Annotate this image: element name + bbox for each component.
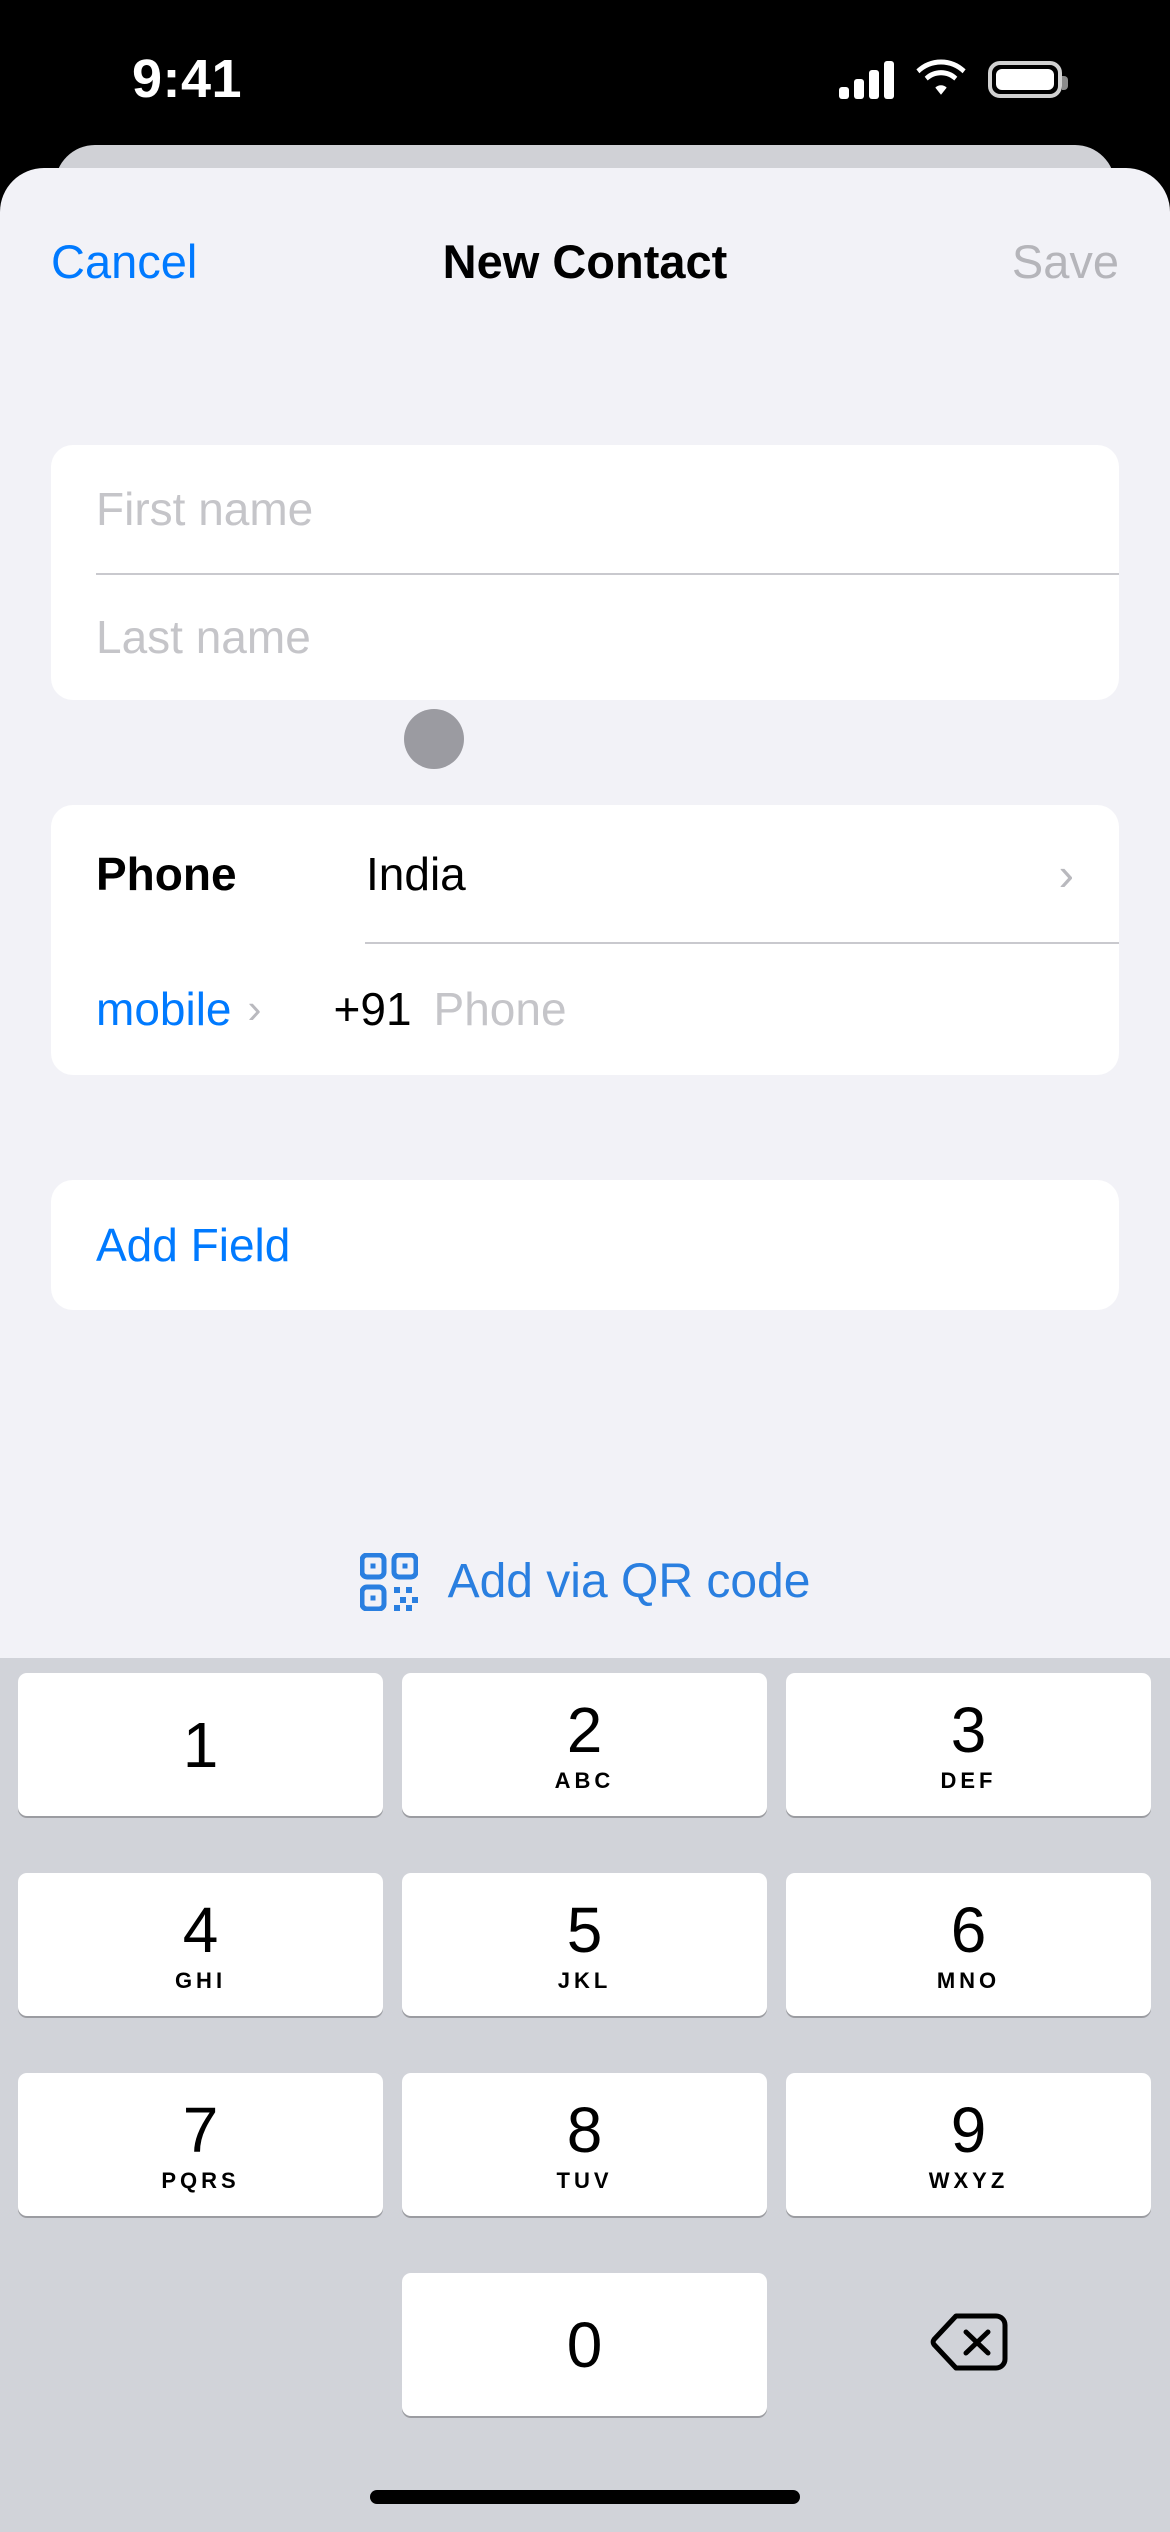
numeric-keypad: 1 2 ABC 3 DEF 4 GHI 5 JKL 6 MNO 7 PQRS 8… (0, 1658, 1170, 2532)
chevron-right-icon: › (1058, 847, 1074, 900)
phone-fields-card: Phone India › mobile › +91 Phone (51, 805, 1119, 1075)
keypad-letters: GHI (174, 1967, 227, 1993)
keypad-key-2[interactable]: 2 ABC (402, 1673, 767, 1816)
keypad-digit: 5 (566, 1893, 603, 1966)
keypad-digit: 4 (182, 1893, 219, 1966)
keypad-letters: ABC (554, 1767, 615, 1793)
country-code-value: +91 (333, 982, 412, 1035)
name-fields-card: First name Last name (51, 445, 1119, 700)
status-bar-time: 9:41 (132, 49, 243, 109)
chevron-right-icon: › (247, 984, 262, 1032)
keypad-delete-button[interactable] (786, 2273, 1151, 2416)
keypad-digit: 6 (950, 1893, 987, 1966)
backspace-delete-icon (930, 2312, 1008, 2377)
status-bar-icons (839, 58, 1068, 101)
page-title: New Contact (442, 235, 728, 288)
keypad-letters: TUV (556, 2167, 613, 2193)
keypad-letters: PQRS (161, 2167, 240, 2193)
keypad-key-4[interactable]: 4 GHI (18, 1873, 383, 2016)
navigation-bar: Cancel New Contact Save (0, 220, 1170, 316)
iphone-screen: 9:41 Cancel New Contact Save First name … (0, 0, 1170, 2532)
add-field-row[interactable]: Add Field (51, 1180, 1119, 1310)
add-via-qr-code-label: Add via QR code (447, 1555, 811, 1608)
keypad-key-8[interactable]: 8 TUV (402, 2073, 767, 2216)
phone-number-row[interactable]: mobile › +91 Phone (51, 942, 1119, 1075)
first-name-input[interactable]: First name (96, 486, 313, 532)
add-via-qr-code-button[interactable]: Add via QR code (0, 1553, 1170, 1611)
keypad-digit: 2 (566, 1693, 603, 1766)
keypad-digit: 7 (182, 2093, 219, 2166)
avatar-placeholder-dot[interactable] (404, 709, 464, 769)
keypad-letters: JKL (557, 1967, 612, 1993)
keypad-digit: 1 (182, 1708, 219, 1781)
first-name-row[interactable]: First name (51, 445, 1119, 573)
keypad-key-7[interactable]: 7 PQRS (18, 2073, 383, 2216)
keypad-key-9[interactable]: 9 WXYZ (786, 2073, 1151, 2216)
cellular-signal-icon (839, 60, 894, 99)
new-contact-sheet: Cancel New Contact Save First name Last … (0, 168, 1170, 2532)
keypad-digit: 8 (566, 2093, 603, 2166)
wifi-icon (916, 58, 966, 101)
add-field-card[interactable]: Add Field (51, 1180, 1119, 1310)
battery-icon (988, 61, 1068, 98)
phone-number-input[interactable]: Phone (434, 986, 567, 1032)
keypad-digit: 0 (566, 2308, 603, 2381)
last-name-input[interactable]: Last name (96, 614, 311, 660)
keypad-letters: WXYZ (928, 2167, 1009, 2193)
keypad-key-1[interactable]: 1 (18, 1673, 383, 1816)
keypad-key-3[interactable]: 3 DEF (786, 1673, 1151, 1816)
qr-code-icon (359, 1553, 418, 1611)
add-field-label[interactable]: Add Field (96, 1222, 290, 1268)
keypad-digit: 9 (950, 2093, 987, 2166)
phone-type-label[interactable]: mobile (96, 986, 232, 1032)
status-bar: 9:41 (0, 0, 1170, 168)
last-name-row[interactable]: Last name (51, 573, 1119, 700)
keypad-letters: MNO (936, 1967, 1001, 1993)
keypad-letters: DEF (940, 1767, 997, 1793)
save-button[interactable]: Save (1012, 238, 1119, 285)
keypad-key-6[interactable]: 6 MNO (786, 1873, 1151, 2016)
keypad-key-0[interactable]: 0 (402, 2273, 767, 2416)
home-indicator (370, 2490, 800, 2504)
keypad-key-5[interactable]: 5 JKL (402, 1873, 767, 2016)
phone-country-row[interactable]: Phone India › (51, 805, 1119, 942)
keypad-digit: 3 (950, 1693, 987, 1766)
country-value[interactable]: India (366, 851, 1059, 897)
phone-label: Phone (96, 847, 237, 900)
